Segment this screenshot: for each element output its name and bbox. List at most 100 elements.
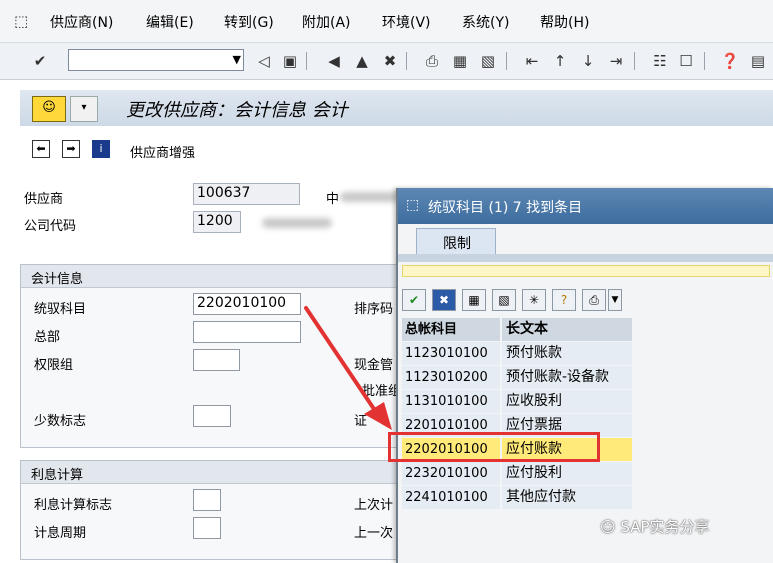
vendor-field[interactable]: 100637 <box>193 183 300 205</box>
company-code-field[interactable]: 1200 <box>193 211 241 233</box>
shortcut-icon[interactable]: ☐ <box>676 51 696 71</box>
menu-vendor[interactable]: 供应商(N) <box>50 12 113 32</box>
head-office-label: 总部 <box>34 330 61 345</box>
hit-list-row[interactable]: 1123010100 预付账款 <box>402 342 632 365</box>
popup-title: 统驭科目 (1) 7 找到条目 <box>428 200 583 216</box>
recon-account-search-popup: ⬚ 统驭科目 (1) 7 找到条目 限制 ✔ ✖ ▦ ▧ ✳ ? ⎙ ▼ 总帐科… <box>396 188 773 563</box>
hit-list-row[interactable]: 2241010100 其他应付款 <box>402 486 632 509</box>
restrict-icon[interactable]: ✳ <box>522 289 546 311</box>
cancel-icon[interactable]: ✖ <box>432 289 456 311</box>
blurred-vendor-name <box>340 192 400 202</box>
text-cell: 预付账款 <box>502 342 632 365</box>
interest-period-field[interactable] <box>193 517 221 539</box>
group-header: 利息计算 <box>21 461 399 484</box>
menu-edit[interactable]: 编辑(E) <box>146 12 194 32</box>
toolbar-separator <box>306 52 307 70</box>
back-arrow-icon[interactable]: ◁ <box>254 51 274 71</box>
command-field[interactable]: ▼ <box>68 49 244 71</box>
column-header-account[interactable]: 总帐科目 <box>402 318 500 341</box>
enter-icon[interactable]: ✔ <box>30 51 50 71</box>
tab-restrictions[interactable]: 限制 <box>416 228 496 254</box>
interest-period-label: 计息周期 <box>34 526 87 541</box>
help-icon[interactable]: ? <box>552 289 576 311</box>
interest-indicator-label: 利息计算标志 <box>34 498 113 513</box>
new-session-icon[interactable]: ☷ <box>650 51 670 71</box>
layout-icon[interactable]: ▤ <box>748 51 768 71</box>
menu-goto[interactable]: 转到(G) <box>224 12 274 32</box>
find-next-icon[interactable]: ▧ <box>492 289 516 311</box>
chevron-down-icon[interactable]: ▼ <box>233 53 241 66</box>
popup-title-bar: ⬚ 统驭科目 (1) 7 找到条目 <box>398 188 773 224</box>
screen-title-bar: ☺ ▾ 更改供应商：会计信息 会计 <box>20 90 773 126</box>
menu-help[interactable]: 帮助(H) <box>540 12 589 32</box>
cancel-icon[interactable]: ✖ <box>380 51 400 71</box>
next-screen-icon[interactable]: ➡ <box>62 140 80 158</box>
page-title: 更改供应商：会计信息 会计 <box>126 100 348 121</box>
help-icon[interactable]: ❓ <box>720 51 740 71</box>
last-calc-label: 上次计 <box>354 498 394 513</box>
first-page-icon[interactable]: ⇤ <box>522 51 542 71</box>
hit-list-header: 总帐科目 长文本 <box>402 318 632 341</box>
cash-management-label: 现金管 <box>354 358 394 373</box>
group-header: 会计信息 <box>21 265 399 288</box>
menu-environment[interactable]: 环境(V) <box>382 12 431 32</box>
watermark-text: SAP实务分享 <box>620 518 710 536</box>
column-header-long-text[interactable]: 长文本 <box>502 318 632 341</box>
interest-indicator-field[interactable] <box>193 489 221 511</box>
window-icon: ⬚ <box>406 197 420 213</box>
group-title: 会计信息 <box>31 272 84 287</box>
other-vendor-icon[interactable]: ⬅ <box>32 140 50 158</box>
toolbar-separator <box>406 52 407 70</box>
vendor-name-label-partial: 中 <box>326 192 340 207</box>
certification-label-partial: 证 <box>354 414 368 429</box>
info-icon[interactable]: i <box>92 140 110 158</box>
sort-key-label: 排序码 <box>354 302 394 317</box>
minority-indicator-field[interactable] <box>193 405 231 427</box>
hit-list-row[interactable]: 1131010100 应收股利 <box>402 390 632 413</box>
tab-strip <box>398 254 773 262</box>
hit-list-row[interactable]: 2232010100 应付股利 <box>402 462 632 485</box>
last-page-icon[interactable]: ⇥ <box>606 51 626 71</box>
minority-indicator-label: 少数标志 <box>34 414 87 429</box>
account-cell: 2232010100 <box>402 462 500 485</box>
account-cell: 1131010100 <box>402 390 500 413</box>
account-cell: 1123010200 <box>402 366 500 389</box>
account-cell: 2241010100 <box>402 486 500 509</box>
text-cell: 其他应付款 <box>502 486 632 509</box>
toolbar-separator <box>506 52 507 70</box>
chevron-down-icon[interactable]: ▼ <box>608 289 622 311</box>
find-next-icon[interactable]: ▧ <box>478 51 498 71</box>
prev-page-icon[interactable]: ↑ <box>550 51 570 71</box>
group-title: 利息计算 <box>31 468 84 483</box>
dropdown-icon[interactable]: ▾ <box>70 96 98 122</box>
save-icon[interactable]: ▣ <box>280 51 300 71</box>
menu-icon[interactable]: ⬚ <box>14 12 28 30</box>
recon-account-field[interactable]: 2202010100 <box>193 293 301 315</box>
vendor-enhancement-button[interactable]: 供应商增强 <box>130 142 195 161</box>
toolbar-separator <box>704 52 705 70</box>
blurred-company-name <box>262 218 332 228</box>
menu-system[interactable]: 系统(Y) <box>462 12 509 32</box>
vendor-label: 供应商 <box>24 192 64 207</box>
tab-label: 限制 <box>443 236 471 252</box>
find-icon[interactable]: ▦ <box>462 289 486 311</box>
exit-icon[interactable]: ▲ <box>352 51 372 71</box>
wechat-icon: ☺ <box>600 518 616 536</box>
hit-list-row[interactable]: 1123010200 预付账款-设备款 <box>402 366 632 389</box>
print-icon[interactable]: ⎙ <box>582 289 606 311</box>
company-code-label: 公司代码 <box>24 219 77 234</box>
next-page-icon[interactable]: ↓ <box>578 51 598 71</box>
authorization-group-field[interactable] <box>193 349 240 371</box>
head-office-field[interactable] <box>193 321 301 343</box>
authorization-group-label: 权限组 <box>34 358 74 373</box>
text-cell: 预付账款-设备款 <box>502 366 632 389</box>
print-icon[interactable]: ⎙ <box>422 51 442 71</box>
back-icon[interactable]: ◀ <box>324 51 344 71</box>
menu-extras[interactable]: 附加(A) <box>302 12 351 32</box>
text-cell: 应收股利 <box>502 390 632 413</box>
menu-button-icon[interactable]: ☺ <box>32 96 66 122</box>
menu-bar: ⬚ 供应商(N) 编辑(E) 转到(G) 附加(A) 环境(V) 系统(Y) 帮… <box>0 0 773 42</box>
selection-highlight-box <box>388 432 600 462</box>
find-icon[interactable]: ▦ <box>450 51 470 71</box>
confirm-icon[interactable]: ✔ <box>402 289 426 311</box>
